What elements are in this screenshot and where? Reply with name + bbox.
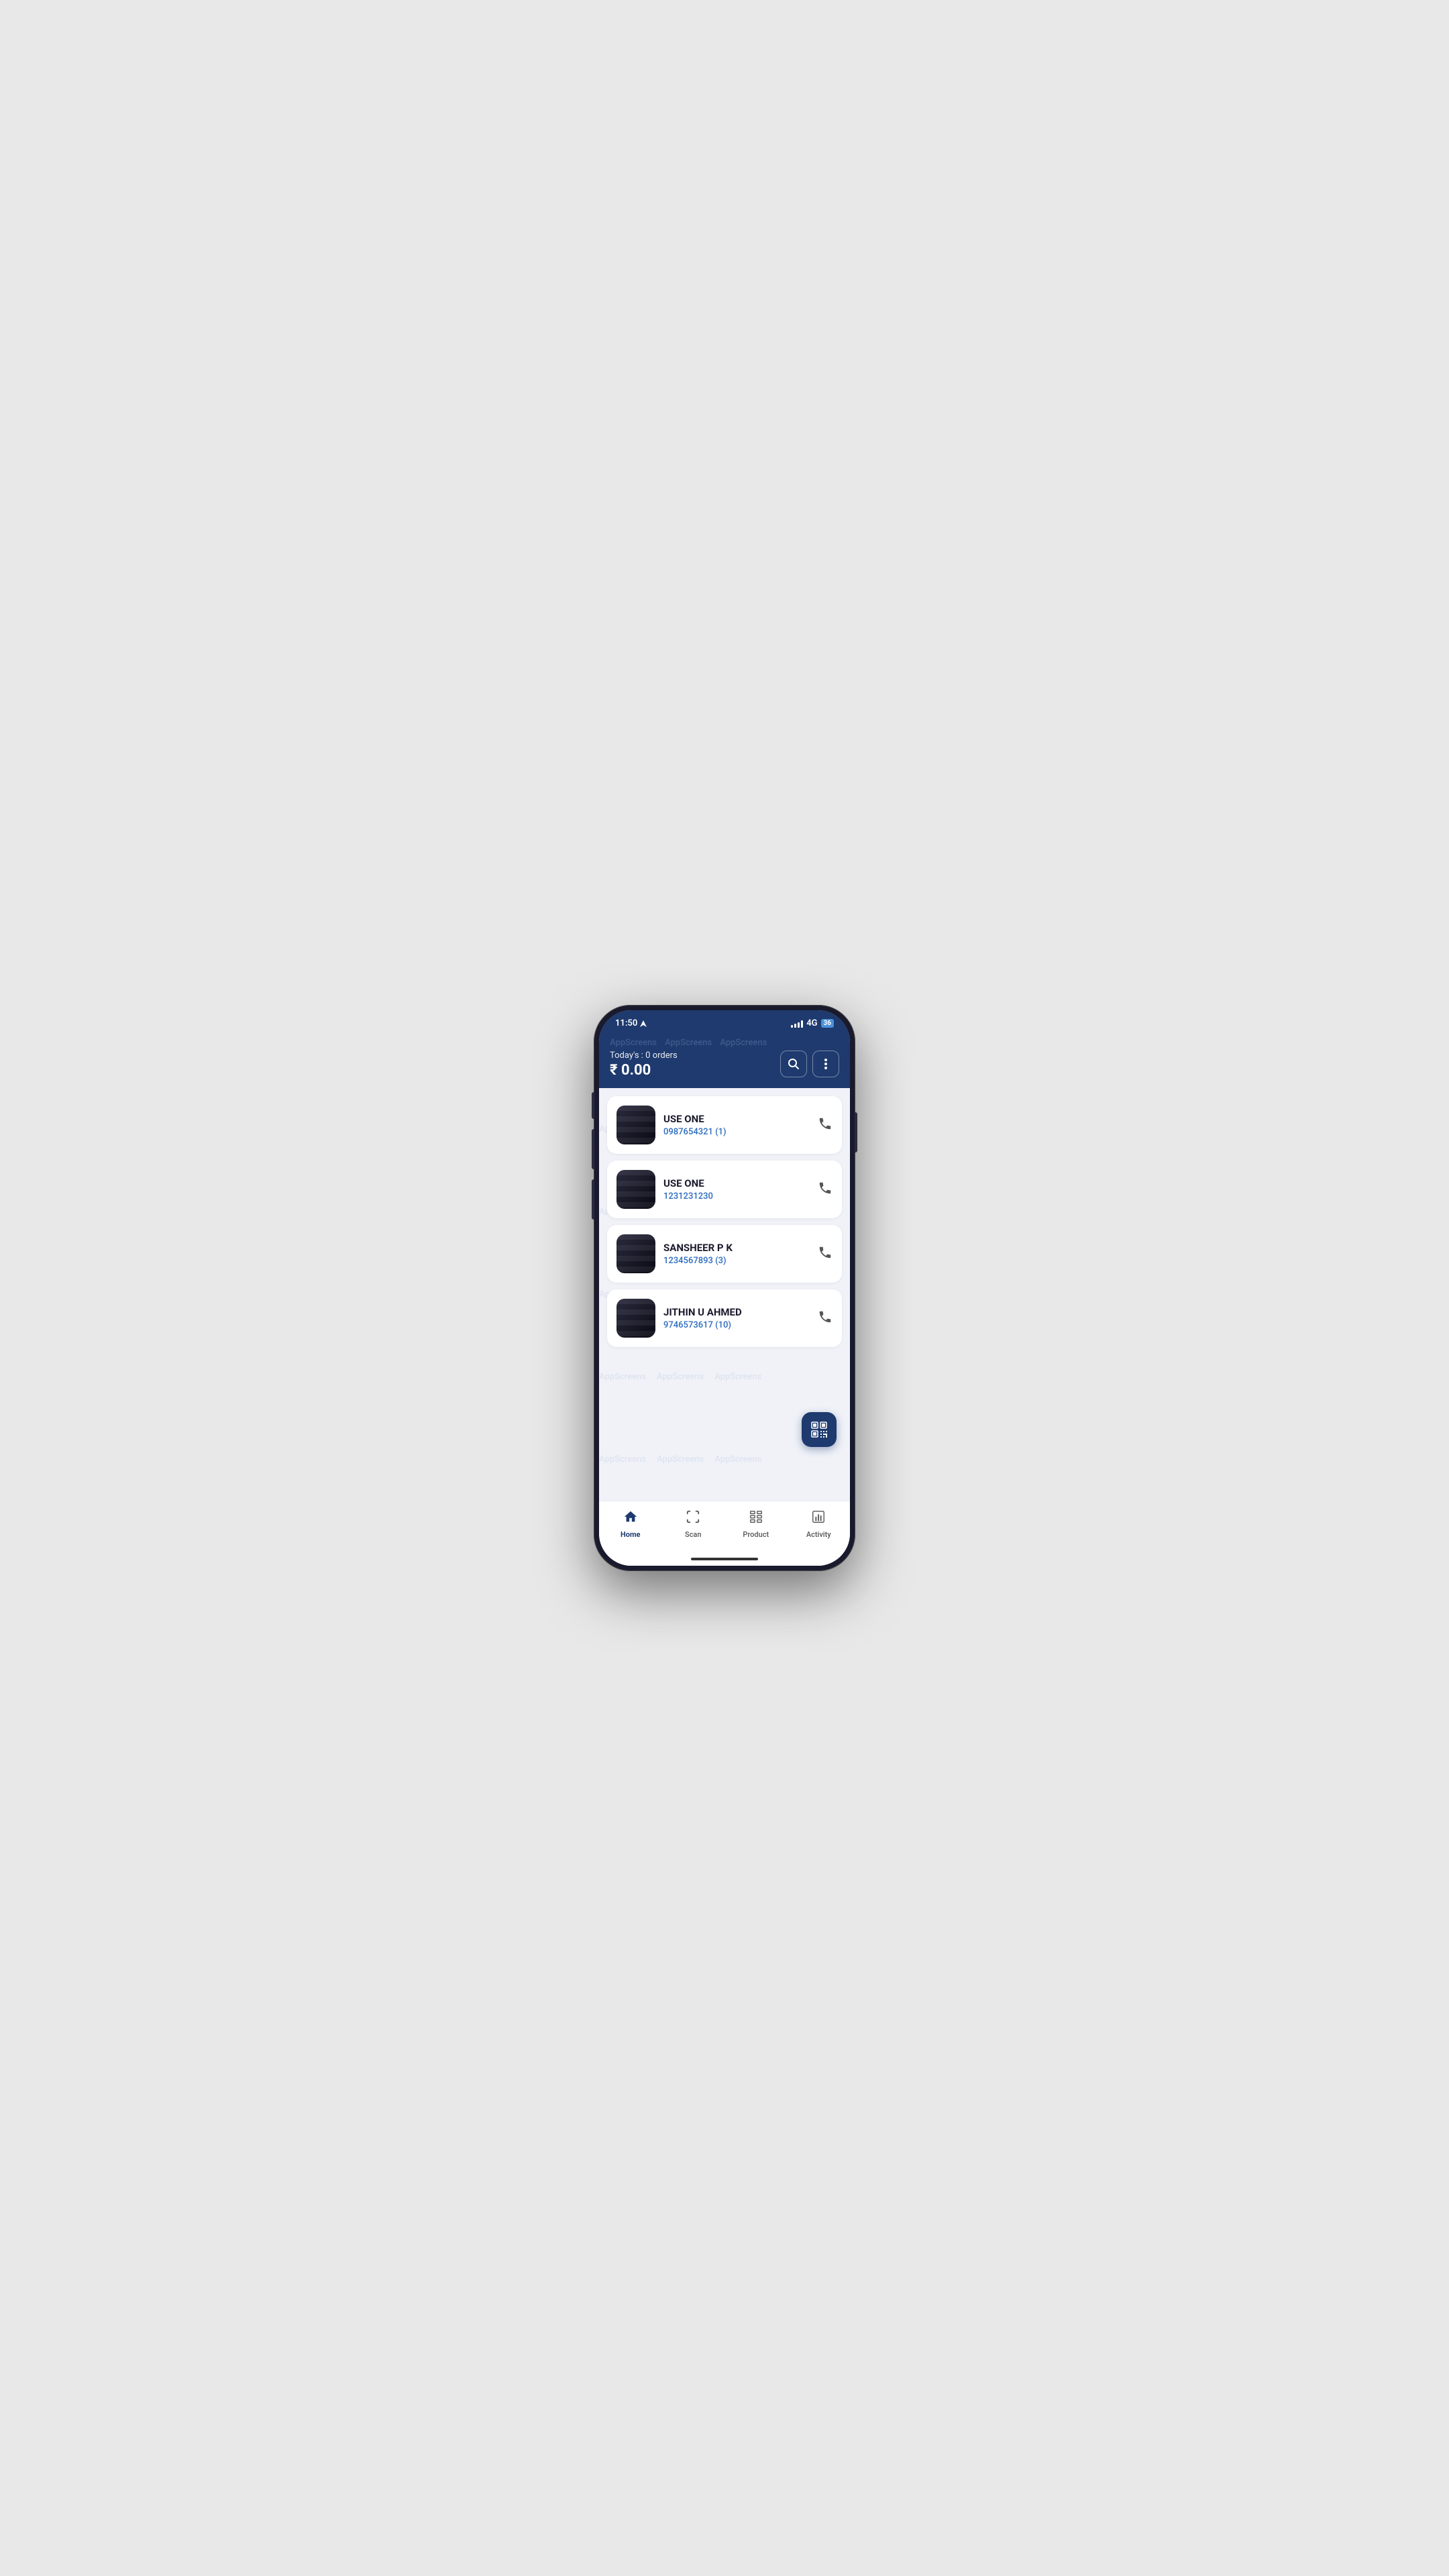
nav-item-scan[interactable]: Scan	[662, 1507, 725, 1542]
call-button[interactable]	[818, 1181, 833, 1199]
network-type: 4G	[806, 1018, 817, 1028]
qr-code-icon	[810, 1421, 828, 1438]
customer-info: USE ONE 0987654321 (1)	[663, 1113, 810, 1137]
search-icon	[788, 1058, 800, 1070]
phone-icon	[818, 1309, 833, 1324]
scan-icon	[686, 1509, 700, 1527]
status-indicators: 4G 36	[791, 1018, 834, 1028]
more-icon	[824, 1059, 827, 1069]
customer-name: USE ONE	[663, 1113, 810, 1125]
nav-label-product: Product	[743, 1530, 769, 1539]
signal-bar-3	[798, 1022, 800, 1028]
customer-phone: 1234567893 (3)	[663, 1256, 810, 1266]
header-content: Today's : 0 orders ₹ 0.00	[610, 1051, 839, 1079]
total-amount: ₹ 0.00	[610, 1062, 678, 1079]
header-watermark: AppScreens AppScreens AppScreens	[610, 1038, 839, 1048]
power-button	[855, 1112, 857, 1152]
home-svg	[623, 1509, 638, 1524]
signal-bar-2	[794, 1024, 796, 1028]
phone-icon	[818, 1181, 833, 1195]
status-time: 11:50	[615, 1018, 647, 1028]
phone-device: 11:50 4G 36 AppScreens A	[594, 1005, 855, 1571]
phone-screen: 11:50 4G 36 AppScreens A	[599, 1010, 850, 1566]
nav-label-home: Home	[621, 1530, 640, 1539]
avatar	[616, 1106, 655, 1144]
call-button[interactable]	[818, 1245, 833, 1263]
status-bar: 11:50 4G 36	[599, 1010, 850, 1032]
customer-info: JITHIN U AHMED 9746573617 (10)	[663, 1306, 810, 1330]
nav-item-product[interactable]: Product	[724, 1507, 788, 1542]
nav-item-activity[interactable]: Activity	[788, 1507, 851, 1542]
call-button[interactable]	[818, 1309, 833, 1328]
home-indicator	[599, 1552, 850, 1566]
customer-card[interactable]: USE ONE 0987654321 (1)	[607, 1096, 842, 1154]
nav-item-home[interactable]: Home	[599, 1507, 662, 1542]
orders-today: Today's : 0 orders	[610, 1051, 678, 1061]
avatar-texture	[616, 1299, 655, 1338]
customer-name: USE ONE	[663, 1177, 810, 1189]
search-button[interactable]	[780, 1051, 807, 1077]
header-info: Today's : 0 orders ₹ 0.00	[610, 1051, 678, 1079]
more-options-button[interactable]	[812, 1051, 839, 1077]
home-bar	[691, 1558, 758, 1560]
product-svg	[749, 1509, 763, 1524]
product-icon	[749, 1509, 763, 1527]
customer-card[interactable]: SANSHEER P K 1234567893 (3)	[607, 1225, 842, 1283]
customer-card[interactable]: JITHIN U AHMED 9746573617 (10)	[607, 1289, 842, 1347]
customer-name: JITHIN U AHMED	[663, 1306, 810, 1318]
avatar	[616, 1299, 655, 1338]
time-display: 11:50	[615, 1018, 637, 1028]
customer-info: SANSHEER P K 1234567893 (3)	[663, 1242, 810, 1266]
main-content: AppScreensAppScreensAppScreens AppScreen…	[599, 1088, 850, 1501]
customer-list: USE ONE 0987654321 (1) USE O	[607, 1096, 842, 1347]
location-icon	[640, 1020, 647, 1027]
avatar-texture	[616, 1234, 655, 1273]
volume-up-button	[592, 1129, 594, 1169]
nav-label-scan: Scan	[685, 1530, 701, 1539]
customer-phone: 0987654321 (1)	[663, 1127, 810, 1137]
volume-down-button	[592, 1179, 594, 1220]
avatar	[616, 1170, 655, 1209]
avatar-texture	[616, 1106, 655, 1144]
qr-scan-fab[interactable]	[802, 1412, 837, 1447]
customer-phone: 1231231230	[663, 1191, 810, 1201]
avatar	[616, 1234, 655, 1273]
silent-button	[592, 1092, 594, 1119]
signal-bar-1	[791, 1025, 793, 1028]
customer-info: USE ONE 1231231230	[663, 1177, 810, 1201]
call-button[interactable]	[818, 1116, 833, 1134]
avatar-texture	[616, 1170, 655, 1209]
header-actions	[780, 1051, 839, 1077]
home-icon	[623, 1509, 638, 1527]
app-header: AppScreens AppScreens AppScreens Today's…	[599, 1032, 850, 1088]
signal-icon	[791, 1020, 803, 1028]
bottom-navigation: Home Scan	[599, 1501, 850, 1552]
nav-label-activity: Activity	[806, 1530, 831, 1539]
customer-name: SANSHEER P K	[663, 1242, 810, 1254]
signal-bar-4	[801, 1020, 803, 1028]
battery-level: 36	[821, 1019, 834, 1028]
phone-icon	[818, 1245, 833, 1260]
activity-svg	[811, 1509, 826, 1524]
customer-card[interactable]: USE ONE 1231231230	[607, 1161, 842, 1218]
customer-phone: 9746573617 (10)	[663, 1320, 810, 1330]
activity-icon	[811, 1509, 826, 1527]
scan-svg	[686, 1509, 700, 1524]
phone-icon	[818, 1116, 833, 1131]
